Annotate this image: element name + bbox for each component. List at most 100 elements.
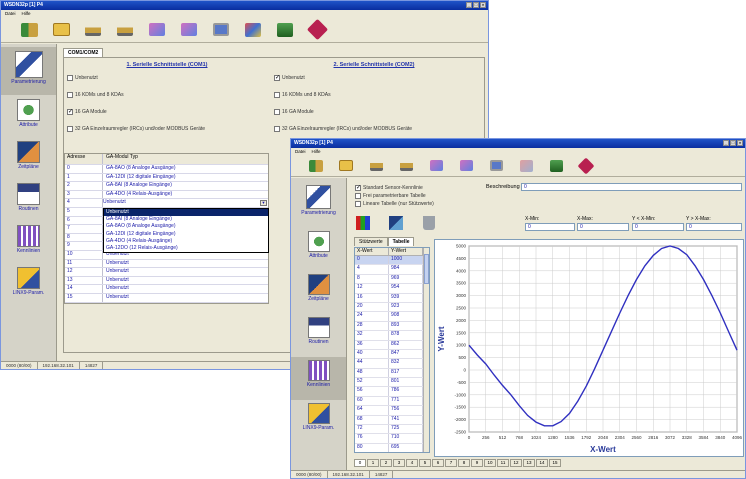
page-button[interactable]: 13 [523, 459, 535, 467]
table-row[interactable]: 12 954 [355, 284, 429, 294]
table-row-editing[interactable]: 4 Unbenutzt ▼ [65, 199, 268, 208]
table-row[interactable]: 16 939 [355, 293, 429, 303]
close-button[interactable]: × [737, 140, 743, 146]
front-nav-kennlinien[interactable]: Kennlinien [291, 357, 346, 400]
checkbox[interactable] [67, 75, 73, 81]
page-button[interactable]: 14 [536, 459, 548, 467]
page-button[interactable]: 9 [471, 459, 483, 467]
back-tool-transfer1[interactable] [141, 18, 173, 42]
page-button[interactable]: 3 [393, 459, 405, 467]
dropdown-option[interactable]: GA-12DO (12 Relais-Ausgänge) [104, 245, 268, 252]
com1-option-unbenutzt[interactable]: Unbenutzt [67, 72, 267, 84]
maximize-button[interactable]: □ [730, 140, 736, 146]
back-nav-zeitplaene[interactable]: Zeitpläne [1, 137, 56, 179]
table-row[interactable]: 72 725 [355, 425, 429, 435]
back-tool-upload[interactable] [77, 18, 109, 42]
minimize-button[interactable]: _ [466, 2, 472, 8]
table-row[interactable]: 3 GA-4DO (4 Relais-Ausgänge) [65, 190, 268, 200]
tab-com1-com2[interactable]: COM1/COM2 [63, 48, 104, 57]
x-min-input[interactable]: 0 [525, 223, 575, 231]
page-button[interactable]: 2 [380, 459, 392, 467]
table-scrollbar[interactable] [423, 248, 429, 452]
back-tool-network[interactable] [237, 18, 269, 42]
com1-option-kdm[interactable]: 16 KDMs und 8 KDAs [67, 89, 267, 101]
table-row[interactable]: 20 923 [355, 302, 429, 313]
table-row[interactable]: 2 GA-8AI (8 Analoge Eingänge) [65, 182, 268, 191]
table-row[interactable]: 0 GA-8AO (8 Analoge Ausgänge) [65, 165, 268, 174]
back-tool-open[interactable] [45, 18, 77, 42]
checkbox-checked[interactable]: ✓ [355, 185, 361, 191]
back-nav-linx[interactable]: LINX9-Param. [1, 263, 56, 305]
beschreibung-input[interactable]: 0 [521, 183, 742, 191]
page-button[interactable]: 15 [549, 459, 561, 467]
table-row[interactable]: 14 Unbenutzt [65, 285, 268, 294]
table-row[interactable]: 4 984 [355, 265, 429, 275]
checkbox[interactable] [274, 109, 280, 115]
checkbox[interactable] [67, 92, 73, 98]
tab-stuetzwerte[interactable]: Stützwerte [354, 237, 388, 246]
checkbox[interactable] [274, 126, 280, 132]
table-row[interactable]: 32 878 [355, 331, 429, 341]
table-row[interactable]: 80 695 [355, 443, 429, 452]
com1-option-irc[interactable]: 32 GA Einzelraumregler (IRCs) und/oder M… [67, 123, 267, 135]
checkbox[interactable] [355, 201, 361, 207]
table-row[interactable]: 0 1000 [355, 256, 429, 266]
table-row[interactable]: 68 741 [355, 415, 429, 426]
front-tool-network[interactable] [511, 156, 541, 176]
com2-option-kdm[interactable]: 16 KDMs und 8 KDAs [274, 89, 474, 101]
page-button[interactable]: 0 [354, 459, 366, 467]
front-tool-monitor[interactable] [481, 156, 511, 176]
dropdown-option-selected[interactable]: Unbenutzt [104, 208, 268, 217]
table-row[interactable]: 36 862 [355, 340, 429, 350]
front-tool-device[interactable] [541, 156, 571, 176]
scrollbar-thumb[interactable] [424, 254, 429, 284]
page-button[interactable]: 4 [406, 459, 418, 467]
com2-option-unbenutzt[interactable]: ✓ Unbenutzt [274, 72, 474, 84]
table-row[interactable]: 40 847 [355, 349, 429, 360]
option-linear[interactable]: Lineare Tabelle (nur Stützwerte) [355, 200, 434, 208]
table-row[interactable]: 76 710 [355, 434, 429, 444]
close-button[interactable]: × [480, 2, 486, 8]
com2-option-irc[interactable]: 32 GA Einzelraumregler (IRCs) und/oder M… [274, 123, 474, 135]
cell-type-select[interactable]: Unbenutzt [103, 199, 126, 207]
table-row[interactable]: 13 Unbenutzt [65, 276, 268, 286]
back-tool-download[interactable] [109, 18, 141, 42]
dropdown-option[interactable]: GA-8AO (8 Analoge Ausgänge) [104, 223, 268, 230]
table-row[interactable]: 11 Unbenutzt [65, 259, 268, 269]
back-nav-attribute[interactable]: Attribute [1, 95, 56, 137]
page-button[interactable]: 6 [432, 459, 444, 467]
y-above-input[interactable]: 0 [686, 223, 742, 231]
page-button[interactable]: 8 [458, 459, 470, 467]
front-nav-parametrierung[interactable]: Parametrierung [291, 182, 346, 228]
table-row[interactable]: 15 Unbenutzt [65, 293, 268, 303]
menu-hilfe[interactable]: Hilfe [22, 11, 31, 16]
back-tool-monitor[interactable] [205, 18, 237, 42]
com1-option-ga[interactable]: ✓ 16 GA Module [67, 106, 267, 118]
com2-option-ga[interactable]: 16 GA Module [274, 106, 474, 118]
back-tool-device[interactable] [269, 18, 301, 42]
dropdown-option[interactable]: GA-12DI (12 digitale Eingänge) [104, 231, 268, 238]
page-button[interactable]: 5 [419, 459, 431, 467]
chevron-down-icon[interactable]: ▼ [260, 200, 267, 207]
front-nav-attribute[interactable]: Attribute [291, 228, 346, 271]
front-nav-zeitplaene[interactable]: Zeitpläne [291, 271, 346, 314]
chart-edit-button[interactable] [389, 216, 405, 230]
table-row[interactable]: 56 786 [355, 387, 429, 397]
minimize-button[interactable]: _ [723, 140, 729, 146]
checkbox-checked[interactable]: ✓ [274, 75, 280, 81]
maximize-button[interactable]: □ [473, 2, 479, 8]
table-row[interactable]: 52 801 [355, 378, 429, 388]
menu-datei[interactable]: Datei [295, 149, 306, 154]
front-tool-open[interactable] [331, 156, 361, 176]
front-nav-linx[interactable]: LINX9-Param. [291, 400, 346, 443]
table-row[interactable]: 48 817 [355, 368, 429, 379]
chart-delete-button[interactable] [423, 216, 439, 230]
page-button[interactable]: 10 [484, 459, 496, 467]
front-tool-transfer1[interactable] [421, 156, 451, 176]
page-button[interactable]: 11 [497, 459, 509, 467]
front-tool-download[interactable] [391, 156, 421, 176]
back-nav-parametrierung[interactable]: Parametrierung [1, 47, 56, 95]
page-button[interactable]: 7 [445, 459, 457, 467]
x-max-input[interactable]: 0 [577, 223, 629, 231]
table-row[interactable]: 8 969 [355, 274, 429, 285]
